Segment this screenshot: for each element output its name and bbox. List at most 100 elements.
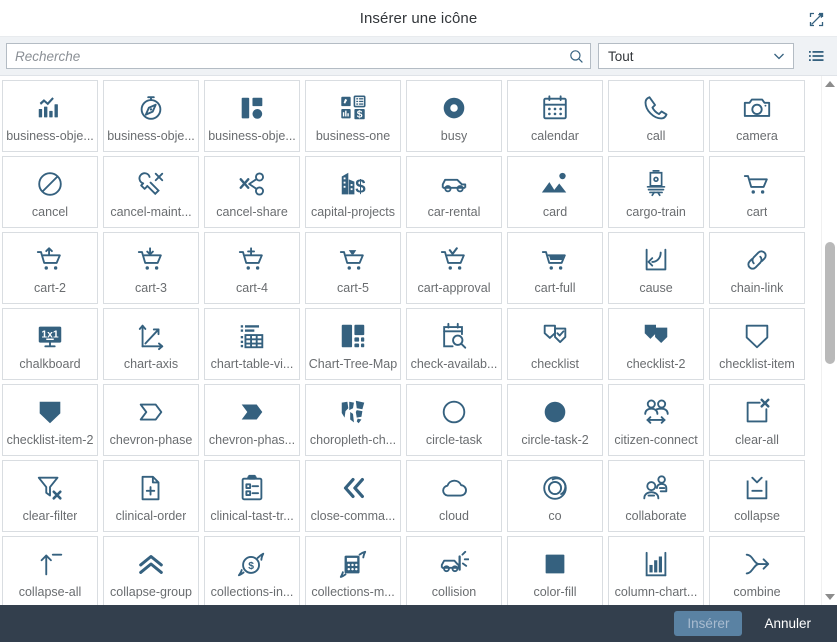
icon-label: cart-5 xyxy=(337,281,369,295)
icon-cell[interactable]: chart-axis xyxy=(103,308,199,380)
icon-cell[interactable]: cart-4 xyxy=(204,232,300,304)
icon-cell[interactable]: chevron-phas... xyxy=(204,384,300,456)
icon-cell[interactable]: cart xyxy=(709,156,805,228)
search-input[interactable] xyxy=(15,48,564,64)
scrollbar-thumb[interactable] xyxy=(825,242,835,364)
icon-cell[interactable]: business-obje... xyxy=(103,80,199,152)
icon-cell[interactable]: clear-all xyxy=(709,384,805,456)
icon-label: clinical-order xyxy=(115,509,187,523)
category-select[interactable]: Tout xyxy=(598,43,794,69)
icon-cell[interactable]: cancel-share xyxy=(204,156,300,228)
icon-cell[interactable]: column-chart... xyxy=(608,536,704,605)
icon-cell[interactable]: cause xyxy=(608,232,704,304)
icon-cell[interactable]: checklist-item xyxy=(709,308,805,380)
insert-button[interactable]: Insérer xyxy=(674,611,743,636)
icon-cell[interactable]: calendar xyxy=(507,80,603,152)
chalkboard-icon: 1x1 xyxy=(28,318,72,354)
icon-cell[interactable]: cargo-train xyxy=(608,156,704,228)
check-availability-icon xyxy=(432,318,476,354)
icon-label: co xyxy=(548,509,562,523)
icon-cell[interactable]: choropleth-ch... xyxy=(305,384,401,456)
triangle-down-icon[interactable] xyxy=(822,589,837,605)
icon-cell[interactable]: business-obje... xyxy=(2,80,98,152)
icon-cell[interactable]: clear-filter xyxy=(2,460,98,532)
icon-label: checklist-2 xyxy=(626,357,686,371)
busy-icon xyxy=(432,90,476,126)
icon-cell[interactable]: car-rental xyxy=(406,156,502,228)
icon-cell[interactable]: chart-table-vi... xyxy=(204,308,300,380)
icon-cell[interactable]: cart-full xyxy=(507,232,603,304)
icon-cell[interactable]: cart-3 xyxy=(103,232,199,304)
icon-label: collapse-all xyxy=(18,585,82,599)
icon-label: cancel-maint... xyxy=(110,205,192,219)
icon-cell[interactable]: checklist xyxy=(507,308,603,380)
icon-cell[interactable]: combine xyxy=(709,536,805,605)
search-icon[interactable] xyxy=(564,49,588,64)
icon-cell[interactable]: cart-approval xyxy=(406,232,502,304)
category-value: Tout xyxy=(608,48,634,64)
icon-cell[interactable]: co xyxy=(507,460,603,532)
resize-expand-icon[interactable] xyxy=(801,4,831,34)
svg-text:$: $ xyxy=(357,110,363,121)
icon-cell[interactable]: collapse-all xyxy=(2,536,98,605)
icon-label: cart-approval xyxy=(417,281,491,295)
collections-management-icon xyxy=(331,546,375,582)
icon-cell[interactable]: cart-2 xyxy=(2,232,98,304)
icon-cell[interactable]: $ capital-projects xyxy=(305,156,401,228)
icon-cell[interactable]: camera xyxy=(709,80,805,152)
collaborate-icon xyxy=(634,470,678,506)
icon-grid: business-obje... business-obje... business… xyxy=(0,76,821,605)
chain-link-icon xyxy=(735,242,779,278)
icon-cell[interactable]: circle-task xyxy=(406,384,502,456)
clear-filter-icon xyxy=(28,470,72,506)
circle-task-2-icon xyxy=(533,394,577,430)
icon-cell[interactable]: checklist-2 xyxy=(608,308,704,380)
icon-cell[interactable]: cloud xyxy=(406,460,502,532)
icon-cell[interactable]: checklist-item-2 xyxy=(2,384,98,456)
icon-cell[interactable]: collections-m... xyxy=(305,536,401,605)
icon-cell[interactable]: check-availab... xyxy=(406,308,502,380)
icon-cell[interactable]: busy xyxy=(406,80,502,152)
icon-cell[interactable]: Chart-Tree-Map xyxy=(305,308,401,380)
icon-label: circle-task xyxy=(425,433,483,447)
business-objectives-icon xyxy=(28,90,72,126)
icon-cell[interactable]: cancel-maint... xyxy=(103,156,199,228)
icon-cell[interactable]: collision xyxy=(406,536,502,605)
icon-cell[interactable]: $ collections-in... xyxy=(204,536,300,605)
icon-cell[interactable]: $ business-one xyxy=(305,80,401,152)
icon-label: citizen-connect xyxy=(614,433,698,447)
business-one-icon: $ xyxy=(331,90,375,126)
search-field[interactable] xyxy=(6,43,591,69)
cloud-icon xyxy=(432,470,476,506)
icon-cell[interactable]: chevron-phase xyxy=(103,384,199,456)
icon-cell[interactable]: cart-5 xyxy=(305,232,401,304)
icon-cell[interactable]: business-obje... xyxy=(204,80,300,152)
icon-cell[interactable]: citizen-connect xyxy=(608,384,704,456)
icon-label: collision xyxy=(431,585,477,599)
icon-cell[interactable]: collapse xyxy=(709,460,805,532)
dialog-toolbar: Tout xyxy=(0,37,837,76)
icon-label: cancel xyxy=(31,205,69,219)
icon-cell[interactable]: close-comma... xyxy=(305,460,401,532)
grid-scrollbar[interactable] xyxy=(821,76,837,605)
icon-cell[interactable]: card xyxy=(507,156,603,228)
list-view-icon[interactable] xyxy=(801,42,831,70)
chevron-down-icon[interactable] xyxy=(767,49,791,63)
icon-cell[interactable]: call xyxy=(608,80,704,152)
icon-cell[interactable]: circle-task-2 xyxy=(507,384,603,456)
icon-cell[interactable]: clinical-order xyxy=(103,460,199,532)
icon-cell[interactable]: clinical-tast-tr... xyxy=(204,460,300,532)
icon-cell[interactable]: cancel xyxy=(2,156,98,228)
blocks-icon xyxy=(230,90,274,126)
cart-full-icon xyxy=(533,242,577,278)
icon-label: business-obje... xyxy=(107,129,195,143)
icon-cell[interactable]: collapse-group xyxy=(103,536,199,605)
icon-cell[interactable]: 1x1 chalkboard xyxy=(2,308,98,380)
icon-cell[interactable]: chain-link xyxy=(709,232,805,304)
icon-cell[interactable]: color-fill xyxy=(507,536,603,605)
icon-cell[interactable]: collaborate xyxy=(608,460,704,532)
icon-label: Chart-Tree-Map xyxy=(308,357,398,371)
triangle-up-icon[interactable] xyxy=(822,76,837,92)
cancel-button[interactable]: Annuler xyxy=(751,611,824,636)
collections-insight-icon: $ xyxy=(230,546,274,582)
